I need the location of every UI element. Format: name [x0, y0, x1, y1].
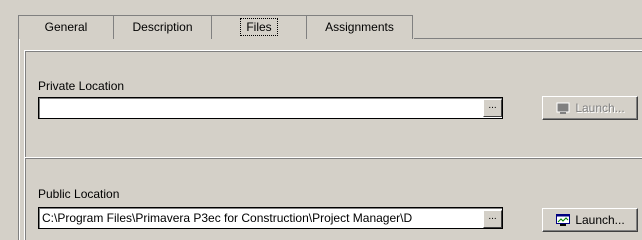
tab-description-label: Description [132, 20, 193, 34]
private-location-browse-button[interactable]: ... [483, 99, 502, 117]
public-launch-label: Launch... [575, 213, 625, 227]
tab-strip: General Description Files Assignments [18, 15, 413, 39]
tab-general-label: General [44, 20, 88, 34]
launch-window-icon [556, 102, 570, 114]
public-launch-button[interactable]: Launch... [542, 208, 638, 232]
public-location-value: C:\Program Files\Primavera P3ec for Cons… [42, 211, 413, 225]
public-location-field[interactable]: C:\Program Files\Primavera P3ec for Cons… [38, 207, 503, 229]
tab-assignments-label: Assignments [325, 20, 394, 34]
launch-window-icon [556, 214, 571, 226]
tab-files[interactable]: Files [211, 15, 307, 39]
tab-files-label: Files [240, 18, 278, 36]
tab-general[interactable]: General [18, 15, 114, 39]
panel-border-highlight [19, 39, 20, 240]
private-launch-button[interactable]: Launch... [542, 96, 638, 120]
public-location-label: Public Location [38, 187, 120, 201]
tab-assignments[interactable]: Assignments [306, 15, 413, 39]
private-location-label: Private Location [38, 79, 125, 93]
private-location-field[interactable] [38, 97, 503, 119]
tab-divider [414, 38, 642, 39]
private-launch-label: Launch... [575, 101, 625, 115]
public-location-browse-button[interactable]: ... [483, 210, 502, 228]
tab-description[interactable]: Description [113, 15, 212, 39]
files-properties-window: General Description Files Assignments Pr… [0, 0, 642, 240]
